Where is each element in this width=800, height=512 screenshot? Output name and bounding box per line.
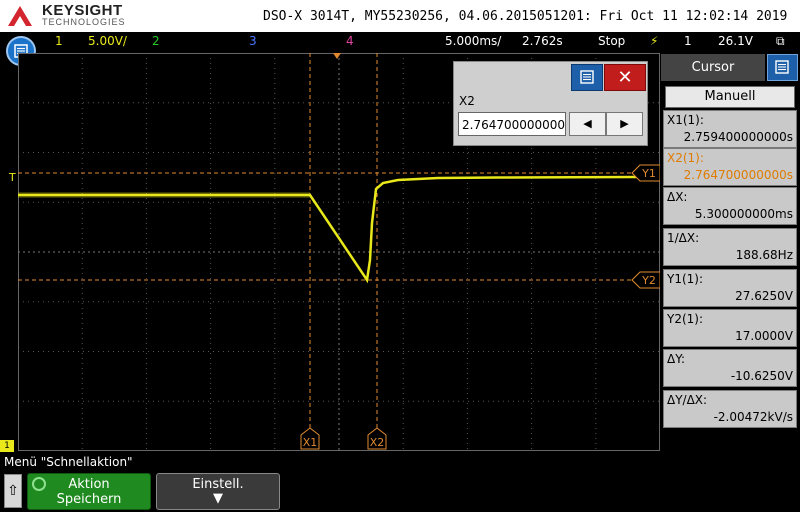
close-icon: ✕ — [617, 67, 633, 88]
x2-position-input[interactable]: 2.764700000000s — [458, 112, 566, 136]
channel-bar: 1 5.00V/ 2 3 4 5.000ms/ 2.762s Stop ⚡ 1 … — [0, 32, 800, 52]
channel-4-button[interactable]: 4 — [346, 34, 354, 48]
channel-1-scale[interactable]: 5.00V/ — [88, 34, 127, 48]
dialog-close-button[interactable]: ✕ — [604, 64, 646, 91]
einstell-label: Einstell. — [192, 477, 244, 492]
cursor-mode-select[interactable]: Manuell — [665, 86, 795, 108]
cursor-dialog: ✕ X2 2.764700000000s ◀ ▶ — [453, 61, 648, 146]
trigger-level-marker: T — [9, 171, 16, 184]
readout-delta-y: ΔY: -10.6250V — [663, 349, 797, 387]
quick-action-save-button[interactable]: Aktion Speichern — [27, 473, 151, 510]
increment-button[interactable]: ▶ — [606, 112, 643, 136]
readout-y2: Y2(1): 17.0000V — [663, 309, 797, 347]
panel-menu-button[interactable] — [767, 54, 798, 81]
readout-x1: X1(1): 2.759400000000s — [663, 110, 797, 148]
trigger-source[interactable]: 1 — [684, 34, 692, 48]
device-info: DSO-X 3014T, MY55230256, 04.06.201505120… — [263, 9, 788, 24]
dialog-label: X2 — [459, 94, 475, 108]
refresh-icon — [32, 477, 46, 491]
channel-3-button[interactable]: 3 — [249, 34, 257, 48]
ground-reference-marker: 1 — [0, 440, 14, 452]
channel-1-button[interactable]: 1 — [55, 34, 63, 48]
menu-title: Menü "Schnellaktion" — [4, 455, 133, 469]
list-icon — [775, 60, 789, 74]
list-icon — [580, 70, 594, 84]
svg-text:X1: X1 — [303, 436, 318, 449]
channel-2-button[interactable]: 2 — [152, 34, 160, 48]
menu-up-button[interactable]: ⇧ — [4, 474, 22, 508]
panel-title: Cursor — [661, 54, 765, 81]
arrow-down-icon: ▼ — [213, 491, 223, 506]
timebase-value[interactable]: 5.000ms/ — [445, 34, 501, 48]
readout-x2: X2(1): 2.764700000000s — [663, 148, 797, 186]
readout-delta-x: ΔX: 5.300000000ms — [663, 187, 797, 225]
network-icon: ⧉ — [776, 34, 785, 48]
right-arrow-icon: ▶ — [620, 117, 629, 130]
delay-value[interactable]: 2.762s — [522, 34, 563, 48]
aktion-label: Aktion — [68, 477, 110, 492]
run-state[interactable]: Stop — [598, 34, 625, 48]
svg-text:X2: X2 — [370, 436, 385, 449]
svg-text:Y1: Y1 — [641, 167, 656, 180]
dialog-menu-button[interactable] — [571, 64, 603, 91]
speichern-label: Speichern — [56, 492, 122, 507]
keysight-logo-icon — [8, 6, 32, 26]
settings-button[interactable]: Einstell. ▼ — [156, 473, 280, 510]
trigger-level[interactable]: 26.1V — [718, 34, 753, 48]
left-arrow-icon: ◀ — [583, 117, 592, 130]
brand-sub: TECHNOLOGIES — [42, 17, 126, 27]
arrow-up-icon: ⇧ — [7, 483, 19, 499]
decrement-button[interactable]: ◀ — [569, 112, 606, 136]
readout-slope: ΔY/ΔX: -2.00472kV/s — [663, 390, 797, 428]
svg-text:Y2: Y2 — [641, 274, 656, 287]
readout-y1: Y1(1): 27.6250V — [663, 269, 797, 307]
readout-frequency: 1/ΔX: 188.68Hz — [663, 228, 797, 266]
trigger-edge-icon: ⚡ — [650, 34, 659, 48]
